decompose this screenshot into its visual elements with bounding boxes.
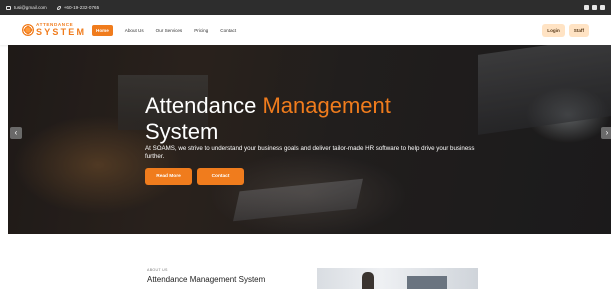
nav-links: Home About Us Our Services Pricing Conta… (92, 24, 236, 36)
about-title: Attendance Management System (147, 275, 266, 284)
linkedin-icon[interactable] (600, 5, 605, 10)
hero-carousel: Attendance Management System At SOAMS, w… (8, 45, 611, 234)
hero-title: Attendance Management System (145, 93, 485, 145)
email-contact[interactable]: tusi@gmail.com (6, 5, 47, 10)
top-info-bar: tusi@gmail.com +60-19-232-0765 (0, 0, 611, 15)
phone-icon (56, 5, 61, 10)
nav-our-services[interactable]: Our Services (156, 28, 183, 33)
contact-button[interactable]: Contact (197, 168, 244, 185)
nav-pricing[interactable]: Pricing (194, 28, 208, 33)
carousel-prev-arrow-icon[interactable]: ‹ (10, 127, 22, 139)
logo-mark-icon (22, 24, 34, 36)
hero-title-part1: Attendance (145, 93, 257, 118)
phone-contact[interactable]: +60-19-232-0765 (56, 5, 99, 10)
read-more-button[interactable]: Read More (145, 168, 192, 185)
about-image-person (362, 272, 374, 289)
staff-button[interactable]: Staff (568, 23, 589, 37)
nav-actions: Login Staff (542, 23, 589, 37)
about-image-screen (407, 276, 447, 289)
hero-title-accent: Management (262, 93, 391, 118)
carousel-next-arrow-icon[interactable]: › (601, 127, 611, 139)
facebook-icon[interactable] (584, 5, 589, 10)
nav-home[interactable]: Home (92, 24, 113, 36)
nav-contact[interactable]: Contact (220, 28, 236, 33)
hero-title-part2: System (145, 119, 219, 144)
about-image (317, 268, 478, 289)
brand-logo[interactable]: ATTENDANCE SYSTEM (22, 23, 88, 37)
social-links (584, 5, 605, 10)
logo-text-bottom: SYSTEM (36, 26, 87, 37)
mail-icon (6, 5, 11, 10)
login-button[interactable]: Login (542, 23, 565, 37)
email-text[interactable]: tusi@gmail.com (14, 5, 47, 10)
hero-buttons: Read More Contact (145, 168, 244, 185)
hero-description: At SOAMS, we strive to understand your b… (145, 145, 475, 160)
main-navbar: ATTENDANCE SYSTEM Home About Us Our Serv… (0, 15, 611, 45)
phone-text[interactable]: +60-19-232-0765 (64, 5, 99, 10)
nav-about-us[interactable]: About Us (125, 28, 144, 33)
logo-text: ATTENDANCE SYSTEM (36, 23, 86, 37)
about-eyebrow: ABOUT US (147, 268, 168, 272)
instagram-icon[interactable] (592, 5, 597, 10)
